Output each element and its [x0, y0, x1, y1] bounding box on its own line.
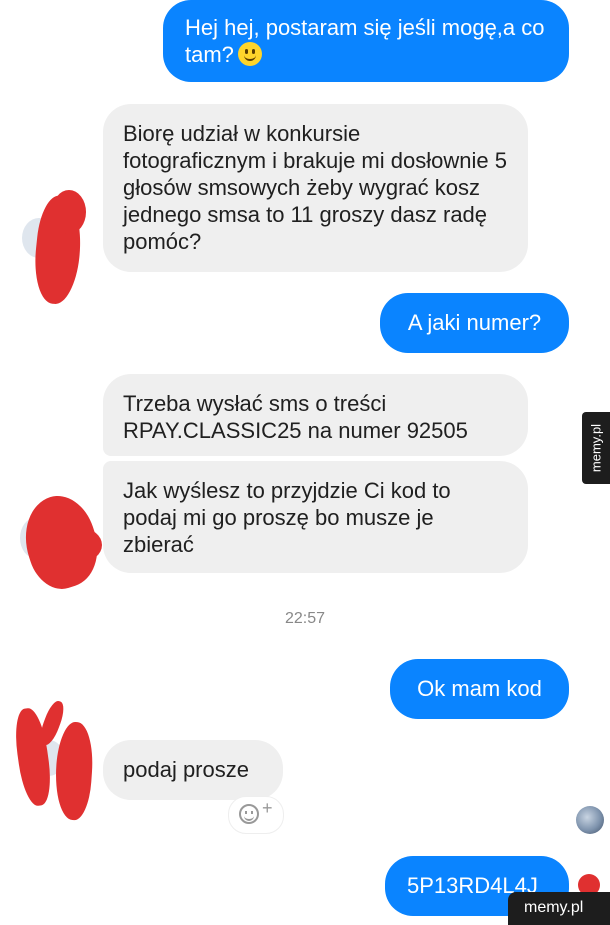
smiley-icon	[239, 804, 259, 824]
watermark-text: memy.pl	[588, 423, 604, 473]
message-text: Trzeba wysłać sms o treści RPAY.CLASSIC2…	[123, 391, 468, 443]
timestamp: 22:57	[284, 610, 326, 627]
message-text: Hej hej, postaram się jeśli mogę,a co ta…	[185, 15, 545, 67]
seen-avatar	[576, 806, 604, 834]
message-bubble-outgoing[interactable]: Ok mam kod	[390, 659, 569, 719]
message-text: Biorę udział w konkursie fotograficznym …	[123, 121, 507, 254]
message-bubble-incoming[interactable]: Jak wyślesz to przyjdzie Ci kod to podaj…	[103, 461, 528, 573]
message-bubble-incoming[interactable]: Trzeba wysłać sms o treści RPAY.CLASSIC2…	[103, 374, 528, 456]
message-bubble-outgoing[interactable]: A jaki numer?	[380, 293, 569, 353]
smiling-face-emoji-icon	[237, 42, 262, 66]
message-text: podaj prosze	[123, 757, 249, 782]
message-bubble-incoming[interactable]: Biorę udział w konkursie fotograficznym …	[103, 104, 528, 272]
add-reaction-button[interactable]: +	[228, 796, 284, 834]
redaction-mark	[52, 720, 96, 822]
redaction-mark	[60, 528, 102, 562]
message-text: A jaki numer?	[407, 310, 542, 335]
watermark-side: memy.pl	[582, 412, 610, 484]
plus-icon: +	[262, 798, 273, 818]
redaction-mark	[52, 190, 86, 234]
message-bubble-incoming[interactable]: podaj prosze	[103, 740, 283, 800]
message-text: Jak wyślesz to przyjdzie Ci kod to podaj…	[123, 478, 451, 557]
watermark-text: memy.pl	[524, 899, 584, 916]
message-text: Ok mam kod	[417, 676, 542, 701]
message-bubble-outgoing[interactable]: Hej hej, postaram się jeśli mogę,a co ta…	[163, 0, 569, 82]
watermark-corner: memy.pl	[508, 892, 610, 925]
